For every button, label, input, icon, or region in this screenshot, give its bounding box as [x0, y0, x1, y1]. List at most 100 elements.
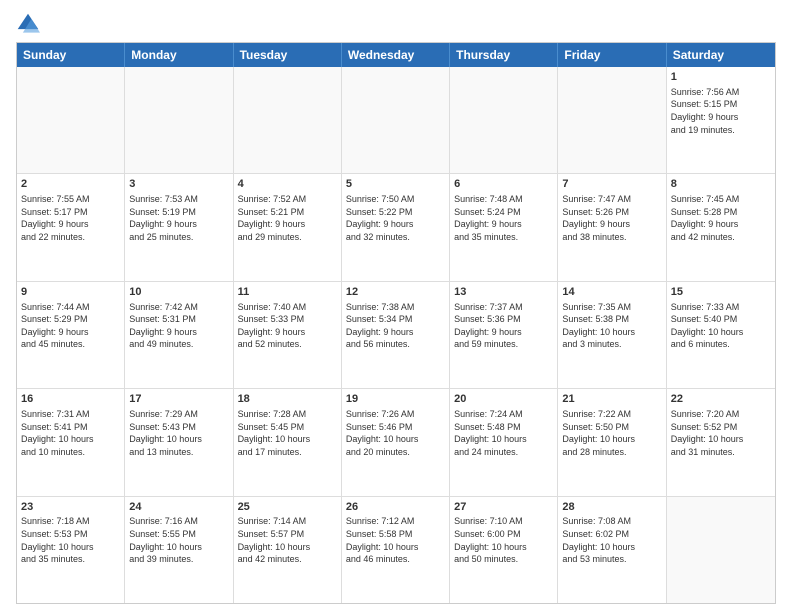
day-info: Sunrise: 7:31 AMSunset: 5:41 PMDaylight:… [21, 408, 120, 458]
calendar-cell: 1Sunrise: 7:56 AMSunset: 5:15 PMDaylight… [667, 67, 775, 173]
day-info: Sunrise: 7:33 AMSunset: 5:40 PMDaylight:… [671, 301, 771, 351]
day-info: Sunrise: 7:44 AMSunset: 5:29 PMDaylight:… [21, 301, 120, 351]
day-info: Sunrise: 7:42 AMSunset: 5:31 PMDaylight:… [129, 301, 228, 351]
logo-icon [16, 12, 40, 36]
calendar-cell: 3Sunrise: 7:53 AMSunset: 5:19 PMDaylight… [125, 174, 233, 280]
calendar-row-2: 9Sunrise: 7:44 AMSunset: 5:29 PMDaylight… [17, 281, 775, 388]
header [16, 12, 776, 36]
day-number: 2 [21, 177, 120, 192]
day-info: Sunrise: 7:24 AMSunset: 5:48 PMDaylight:… [454, 408, 553, 458]
day-number: 22 [671, 392, 771, 407]
day-number: 4 [238, 177, 337, 192]
day-number: 17 [129, 392, 228, 407]
day-info: Sunrise: 7:40 AMSunset: 5:33 PMDaylight:… [238, 301, 337, 351]
calendar-cell: 8Sunrise: 7:45 AMSunset: 5:28 PMDaylight… [667, 174, 775, 280]
logo [16, 12, 44, 36]
day-info: Sunrise: 7:55 AMSunset: 5:17 PMDaylight:… [21, 193, 120, 243]
header-friday: Friday [558, 43, 666, 67]
calendar-cell: 28Sunrise: 7:08 AMSunset: 6:02 PMDayligh… [558, 497, 666, 603]
day-info: Sunrise: 7:50 AMSunset: 5:22 PMDaylight:… [346, 193, 445, 243]
day-info: Sunrise: 7:52 AMSunset: 5:21 PMDaylight:… [238, 193, 337, 243]
calendar-cell [450, 67, 558, 173]
calendar-cell: 22Sunrise: 7:20 AMSunset: 5:52 PMDayligh… [667, 389, 775, 495]
day-info: Sunrise: 7:18 AMSunset: 5:53 PMDaylight:… [21, 515, 120, 565]
day-number: 12 [346, 285, 445, 300]
page: Sunday Monday Tuesday Wednesday Thursday… [0, 0, 792, 612]
day-info: Sunrise: 7:56 AMSunset: 5:15 PMDaylight:… [671, 86, 771, 136]
header-sunday: Sunday [17, 43, 125, 67]
day-number: 19 [346, 392, 445, 407]
calendar-cell: 11Sunrise: 7:40 AMSunset: 5:33 PMDayligh… [234, 282, 342, 388]
day-info: Sunrise: 7:45 AMSunset: 5:28 PMDaylight:… [671, 193, 771, 243]
calendar-cell: 6Sunrise: 7:48 AMSunset: 5:24 PMDaylight… [450, 174, 558, 280]
day-number: 26 [346, 500, 445, 515]
calendar-cell: 9Sunrise: 7:44 AMSunset: 5:29 PMDaylight… [17, 282, 125, 388]
calendar-cell: 23Sunrise: 7:18 AMSunset: 5:53 PMDayligh… [17, 497, 125, 603]
day-number: 10 [129, 285, 228, 300]
calendar-cell: 26Sunrise: 7:12 AMSunset: 5:58 PMDayligh… [342, 497, 450, 603]
header-monday: Monday [125, 43, 233, 67]
day-number: 15 [671, 285, 771, 300]
day-info: Sunrise: 7:12 AMSunset: 5:58 PMDaylight:… [346, 515, 445, 565]
calendar: Sunday Monday Tuesday Wednesday Thursday… [16, 42, 776, 604]
calendar-header: Sunday Monday Tuesday Wednesday Thursday… [17, 43, 775, 67]
calendar-cell [17, 67, 125, 173]
calendar-cell [342, 67, 450, 173]
day-number: 9 [21, 285, 120, 300]
day-info: Sunrise: 7:47 AMSunset: 5:26 PMDaylight:… [562, 193, 661, 243]
header-thursday: Thursday [450, 43, 558, 67]
day-number: 21 [562, 392, 661, 407]
day-info: Sunrise: 7:35 AMSunset: 5:38 PMDaylight:… [562, 301, 661, 351]
calendar-cell: 20Sunrise: 7:24 AMSunset: 5:48 PMDayligh… [450, 389, 558, 495]
calendar-cell [558, 67, 666, 173]
day-number: 24 [129, 500, 228, 515]
day-number: 27 [454, 500, 553, 515]
day-info: Sunrise: 7:29 AMSunset: 5:43 PMDaylight:… [129, 408, 228, 458]
day-info: Sunrise: 7:37 AMSunset: 5:36 PMDaylight:… [454, 301, 553, 351]
day-number: 5 [346, 177, 445, 192]
calendar-cell: 15Sunrise: 7:33 AMSunset: 5:40 PMDayligh… [667, 282, 775, 388]
day-info: Sunrise: 7:48 AMSunset: 5:24 PMDaylight:… [454, 193, 553, 243]
day-number: 18 [238, 392, 337, 407]
day-number: 8 [671, 177, 771, 192]
day-number: 6 [454, 177, 553, 192]
calendar-cell: 7Sunrise: 7:47 AMSunset: 5:26 PMDaylight… [558, 174, 666, 280]
day-number: 28 [562, 500, 661, 515]
day-number: 25 [238, 500, 337, 515]
day-info: Sunrise: 7:20 AMSunset: 5:52 PMDaylight:… [671, 408, 771, 458]
calendar-row-0: 1Sunrise: 7:56 AMSunset: 5:15 PMDaylight… [17, 67, 775, 173]
calendar-cell: 19Sunrise: 7:26 AMSunset: 5:46 PMDayligh… [342, 389, 450, 495]
day-info: Sunrise: 7:22 AMSunset: 5:50 PMDaylight:… [562, 408, 661, 458]
calendar-cell: 14Sunrise: 7:35 AMSunset: 5:38 PMDayligh… [558, 282, 666, 388]
day-info: Sunrise: 7:28 AMSunset: 5:45 PMDaylight:… [238, 408, 337, 458]
calendar-cell: 24Sunrise: 7:16 AMSunset: 5:55 PMDayligh… [125, 497, 233, 603]
day-number: 14 [562, 285, 661, 300]
header-wednesday: Wednesday [342, 43, 450, 67]
day-info: Sunrise: 7:16 AMSunset: 5:55 PMDaylight:… [129, 515, 228, 565]
calendar-cell: 16Sunrise: 7:31 AMSunset: 5:41 PMDayligh… [17, 389, 125, 495]
day-number: 16 [21, 392, 120, 407]
calendar-body: 1Sunrise: 7:56 AMSunset: 5:15 PMDaylight… [17, 67, 775, 603]
calendar-cell: 21Sunrise: 7:22 AMSunset: 5:50 PMDayligh… [558, 389, 666, 495]
day-info: Sunrise: 7:14 AMSunset: 5:57 PMDaylight:… [238, 515, 337, 565]
day-number: 20 [454, 392, 553, 407]
calendar-cell: 25Sunrise: 7:14 AMSunset: 5:57 PMDayligh… [234, 497, 342, 603]
calendar-row-3: 16Sunrise: 7:31 AMSunset: 5:41 PMDayligh… [17, 388, 775, 495]
calendar-cell: 12Sunrise: 7:38 AMSunset: 5:34 PMDayligh… [342, 282, 450, 388]
calendar-cell: 27Sunrise: 7:10 AMSunset: 6:00 PMDayligh… [450, 497, 558, 603]
calendar-cell [125, 67, 233, 173]
calendar-row-1: 2Sunrise: 7:55 AMSunset: 5:17 PMDaylight… [17, 173, 775, 280]
header-saturday: Saturday [667, 43, 775, 67]
day-info: Sunrise: 7:08 AMSunset: 6:02 PMDaylight:… [562, 515, 661, 565]
day-info: Sunrise: 7:10 AMSunset: 6:00 PMDaylight:… [454, 515, 553, 565]
calendar-cell [667, 497, 775, 603]
calendar-cell: 13Sunrise: 7:37 AMSunset: 5:36 PMDayligh… [450, 282, 558, 388]
calendar-cell: 4Sunrise: 7:52 AMSunset: 5:21 PMDaylight… [234, 174, 342, 280]
day-info: Sunrise: 7:53 AMSunset: 5:19 PMDaylight:… [129, 193, 228, 243]
header-tuesday: Tuesday [234, 43, 342, 67]
calendar-cell: 5Sunrise: 7:50 AMSunset: 5:22 PMDaylight… [342, 174, 450, 280]
day-info: Sunrise: 7:26 AMSunset: 5:46 PMDaylight:… [346, 408, 445, 458]
day-info: Sunrise: 7:38 AMSunset: 5:34 PMDaylight:… [346, 301, 445, 351]
day-number: 7 [562, 177, 661, 192]
day-number: 1 [671, 70, 771, 85]
